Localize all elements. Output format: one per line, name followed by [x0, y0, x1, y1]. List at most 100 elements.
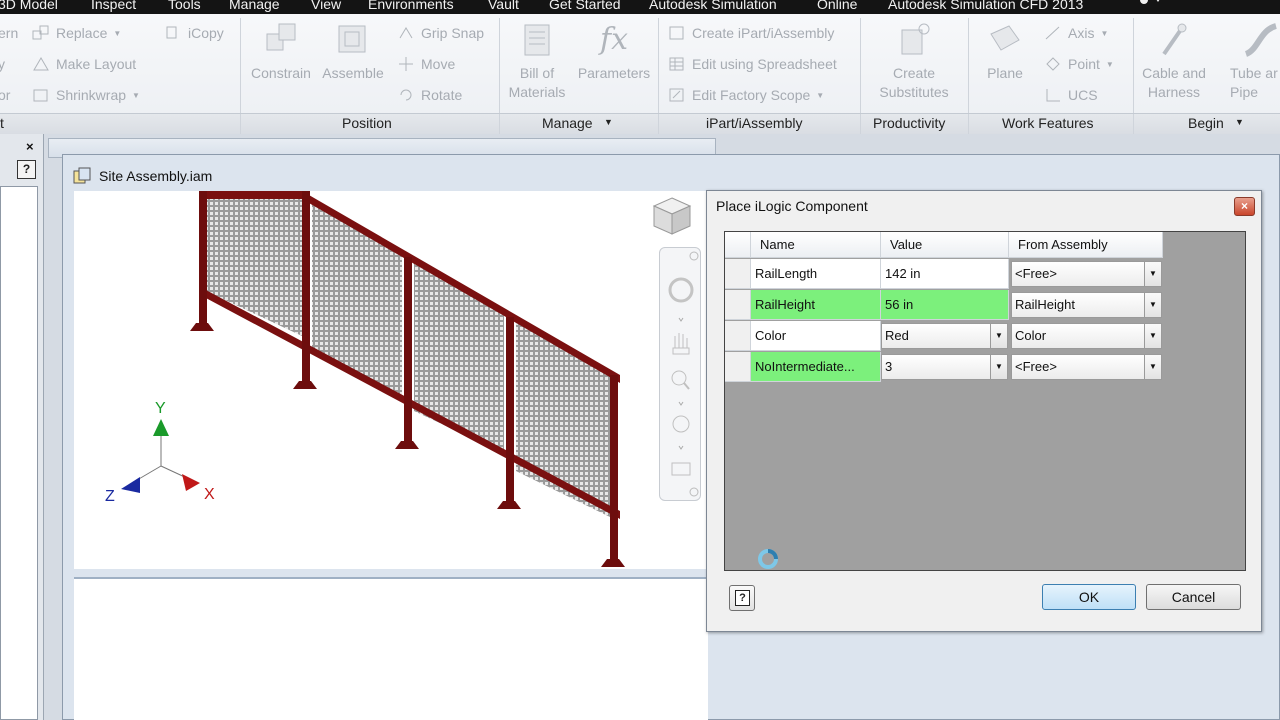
dialog-help-button[interactable]: ? — [729, 585, 755, 611]
cable-and-harness-button[interactable]: Cable and Harness — [1133, 20, 1215, 102]
row-selector[interactable] — [725, 259, 751, 289]
column-header-value[interactable]: Value — [881, 232, 1009, 258]
menu-environments[interactable]: Environments — [368, 0, 454, 12]
secondary-viewport[interactable] — [74, 577, 708, 720]
post-foot — [395, 441, 419, 449]
triad-x-label: X — [204, 486, 215, 503]
from-assembly-dropdown[interactable]: <Free> ▼ — [1011, 261, 1162, 287]
param-value-field[interactable]: 142 in — [881, 259, 1009, 289]
menu-view[interactable]: View — [311, 0, 341, 12]
menu-3d-model[interactable]: 3D Model — [0, 0, 58, 12]
rotate-label: Rotate — [421, 87, 463, 103]
plane-icon — [990, 25, 1020, 51]
grid-corner-header — [725, 232, 751, 258]
make-layout-button[interactable]: Make Layout — [32, 54, 136, 74]
browser-help-icon[interactable]: ? — [17, 160, 36, 179]
shrinkwrap-button[interactable]: Shrinkwrap ▼ — [32, 85, 140, 105]
create-substitutes-button[interactable]: Create Substitutes — [873, 20, 955, 102]
tube-pipe-icon — [1244, 23, 1278, 57]
point-icon — [1046, 57, 1060, 71]
grip-snap-button[interactable]: Grip Snap — [397, 23, 484, 43]
param-value-dropdown[interactable]: 3 ▼ — [881, 354, 1008, 380]
assemble-icon — [338, 25, 366, 53]
ucs-label: UCS — [1068, 87, 1098, 103]
model-browser-tree[interactable] — [0, 186, 38, 720]
menu-autodesk-simulation-cfd[interactable]: Autodesk Simulation CFD 2013 — [888, 0, 1083, 12]
parameters-button[interactable]: fx Parameters — [573, 20, 655, 83]
dropdown-arrow-icon[interactable]: ▼ — [990, 324, 1007, 348]
dropdown-arrow-icon[interactable]: ▼ — [1144, 355, 1161, 379]
from-assembly-value: <Free> — [1015, 266, 1057, 281]
icopy-button[interactable]: iCopy — [164, 23, 224, 43]
tube-pipe-label-2: Pipe — [1230, 84, 1259, 100]
param-value-dropdown[interactable]: Red ▼ — [881, 323, 1008, 349]
menu-vault[interactable]: Vault — [488, 0, 519, 12]
shrinkwrap-label: Shrinkwrap — [56, 87, 127, 103]
row-selector[interactable] — [725, 321, 751, 351]
ucs-icon — [1046, 89, 1060, 102]
grip-snap-icon — [399, 27, 413, 39]
tube-pipe-label-1: Tube ar — [1230, 65, 1278, 81]
axis-button[interactable]: Axis ▼ — [1044, 23, 1108, 43]
post — [506, 317, 514, 503]
menu-tools[interactable]: Tools — [168, 0, 201, 12]
plane-button[interactable]: Plane — [964, 20, 1046, 83]
move-button[interactable]: Move — [397, 54, 455, 74]
bill-of-materials-button[interactable]: Bill of Materials — [496, 20, 578, 102]
cancel-button[interactable]: Cancel — [1146, 584, 1241, 610]
axis-label: Axis — [1068, 25, 1095, 41]
plane-label: Plane — [987, 65, 1023, 81]
dropdown-arrow-icon[interactable]: ▼ — [990, 355, 1007, 379]
from-assembly-dropdown[interactable]: <Free> ▼ — [1011, 354, 1162, 380]
param-name: RailHeight — [751, 290, 881, 320]
menu-autodesk-simulation[interactable]: Autodesk Simulation — [649, 0, 777, 12]
menu-bar: 3D Model Inspect Tools Manage View Envir… — [0, 0, 1280, 14]
replace-button[interactable]: Replace ▼ — [32, 23, 121, 43]
dropdown-arrow-icon[interactable]: ▼ — [1144, 293, 1161, 317]
menu-get-started[interactable]: Get Started — [549, 0, 621, 12]
column-header-from-assembly[interactable]: From Assembly — [1009, 232, 1163, 258]
edit-factory-scope-button[interactable]: Edit Factory Scope ▼ — [668, 85, 824, 105]
row-selector[interactable] — [725, 290, 751, 320]
menu-manage[interactable]: Manage — [229, 0, 280, 12]
make-layout-icon — [33, 57, 49, 71]
post — [610, 375, 618, 565]
cable-harness-icon — [1162, 23, 1187, 56]
constrain-button[interactable]: Constrain — [240, 20, 322, 83]
graphics-viewport[interactable]: Y X Z — [74, 191, 708, 569]
ribbon-partial-mirror[interactable]: or — [0, 85, 10, 105]
panel-label-ipart: iPart/iAssembly — [706, 115, 803, 131]
edit-spreadsheet-button[interactable]: Edit using Spreadsheet — [668, 54, 837, 74]
dropdown-arrow-icon[interactable]: ▼ — [1144, 324, 1161, 348]
dropdown-arrow-icon[interactable]: ▼ — [1144, 262, 1161, 286]
menu-online[interactable]: Online — [817, 0, 857, 12]
column-header-name[interactable]: Name — [751, 232, 881, 258]
view-cube-icon[interactable] — [650, 194, 694, 238]
icopy-icon — [166, 26, 177, 39]
from-assembly-dropdown[interactable]: Color ▼ — [1011, 323, 1162, 349]
from-assembly-dropdown[interactable]: RailHeight ▼ — [1011, 292, 1162, 318]
edit-factory-scope-label: Edit Factory Scope — [692, 87, 811, 103]
ribbon-partial-pattern[interactable]: ern — [0, 23, 18, 43]
row-selector[interactable] — [725, 352, 751, 382]
post — [199, 191, 207, 325]
ribbon-partial-copy[interactable]: y — [0, 54, 5, 74]
edit-spreadsheet-label: Edit using Spreadsheet — [692, 56, 837, 72]
dialog-close-button[interactable]: × — [1234, 197, 1255, 216]
browser-close-icon[interactable]: × — [26, 139, 34, 154]
user-account-icon[interactable] — [1134, 0, 1164, 7]
panel-label-begin[interactable]: Begin — [1188, 115, 1224, 135]
menu-inspect[interactable]: Inspect — [91, 0, 136, 12]
ucs-button[interactable]: UCS — [1044, 85, 1098, 105]
param-value: 3 — [885, 359, 893, 374]
point-button[interactable]: Point ▼ — [1044, 54, 1114, 74]
tube-and-pipe-button[interactable]: Tube ar Pipe — [1222, 20, 1280, 102]
assemble-button[interactable]: Assemble — [312, 20, 394, 83]
ok-button[interactable]: OK — [1042, 584, 1136, 610]
rotate-button[interactable]: Rotate — [397, 85, 462, 105]
cable-harness-label-2: Harness — [1147, 84, 1201, 100]
create-ipart-button[interactable]: Create iPart/iAssembly — [668, 23, 834, 43]
panel-label-manage[interactable]: Manage — [542, 115, 593, 135]
document-title-bar[interactable]: Site Assembly.iam — [73, 165, 212, 187]
param-value-field[interactable]: 56 in — [881, 290, 1009, 320]
